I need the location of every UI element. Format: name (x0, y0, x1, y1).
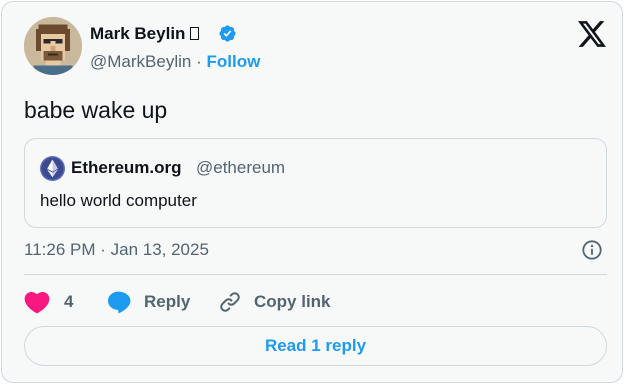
pixel-punk-avatar-icon (24, 17, 82, 75)
separator-dot: · (196, 52, 202, 71)
quoted-author-name: Ethereum.org (71, 158, 182, 177)
tweet-text: babe wake up (24, 97, 168, 123)
tweet-timestamp[interactable]: 11:26 PM · Jan 13, 2025 (24, 240, 209, 260)
read-replies-button[interactable]: Read 1 reply (24, 326, 607, 366)
author-name-text[interactable]: Mark Beylin (90, 24, 185, 43)
quoted-author-handle: @ethereum (196, 158, 286, 177)
x-logo-icon[interactable] (578, 21, 606, 47)
like-button[interactable]: 4 (24, 289, 73, 315)
tweet-card: Mark Beylin @MarkBeylin · Follow babe wa… (1, 1, 623, 383)
ethereum-logo-icon (40, 156, 65, 181)
copy-link-label: Copy link (254, 292, 331, 311)
author-handle-row: @MarkBeylin · Follow (90, 52, 260, 72)
reply-label: Reply (144, 292, 191, 311)
follow-button[interactable]: Follow (206, 52, 260, 71)
reply-button[interactable]: Reply (107, 289, 190, 315)
verified-badge-icon (219, 25, 236, 42)
like-count: 4 (64, 292, 74, 311)
heart-icon (24, 292, 50, 314)
author-avatar[interactable] (24, 17, 82, 75)
author-name[interactable]: Mark Beylin (90, 24, 200, 44)
copy-link-button[interactable]: Copy link (218, 289, 331, 315)
missing-glyph-icon (190, 27, 200, 40)
info-icon[interactable] (581, 239, 603, 261)
reply-bubble-icon (108, 291, 131, 314)
author-handle[interactable]: @MarkBeylin (90, 52, 191, 71)
divider (24, 274, 607, 275)
quoted-tweet[interactable]: Ethereum.org @ethereum hello world compu… (24, 138, 607, 228)
link-icon (220, 292, 240, 312)
quoted-tweet-text: hello world computer (40, 191, 197, 210)
